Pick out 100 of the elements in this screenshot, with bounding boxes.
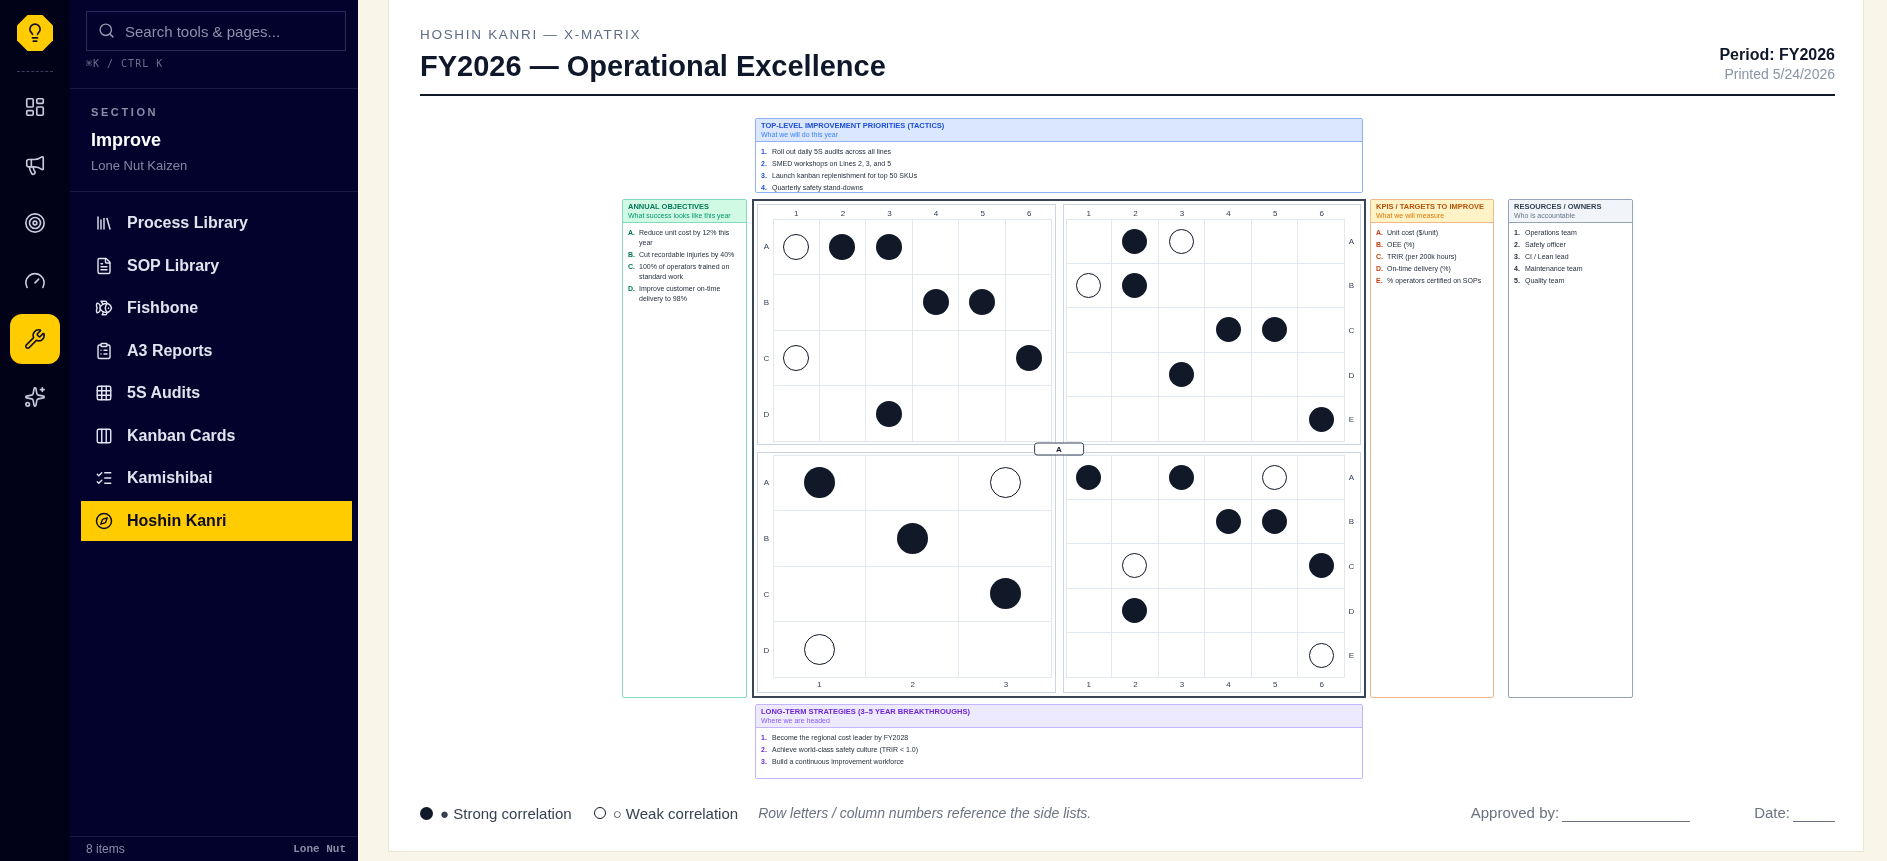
ring-icon	[783, 344, 810, 371]
dot-icon	[969, 289, 996, 316]
sidebar-item[interactable]: Hoshin Kanri	[81, 500, 352, 541]
legend-note: Row letters / column numbers reference the side lists.	[758, 805, 1092, 821]
row-label: C	[763, 589, 770, 599]
grid-icon	[95, 384, 113, 402]
matrix-cell	[959, 386, 1006, 442]
dot-icon	[804, 467, 836, 499]
dot-icon	[1015, 344, 1042, 371]
row-label: D	[763, 645, 770, 655]
dot-icon	[1215, 508, 1241, 534]
matrix-cell	[1112, 397, 1159, 442]
sidebar-item[interactable]: Fishbone	[81, 288, 352, 328]
sidebar-item[interactable]: Kamishibai	[81, 458, 352, 498]
rail-button[interactable]	[10, 314, 60, 364]
ring-icon	[804, 634, 836, 666]
section-title: Improve	[91, 129, 162, 151]
printed-date: Printed 5/24/2026	[1724, 65, 1835, 83]
search-icon	[98, 22, 115, 39]
item-count: 8 items	[86, 842, 125, 856]
matrix-cell	[1205, 633, 1252, 678]
dot-icon	[1122, 228, 1148, 254]
row-label: A	[763, 478, 770, 488]
row-label: B	[763, 298, 770, 308]
row-label: C	[1348, 562, 1355, 571]
library-icon	[95, 214, 113, 232]
dot-icon	[896, 522, 928, 554]
page-eyebrow: HOSHIN KANRI — X-MATRIX	[420, 27, 642, 43]
ring-icon	[989, 467, 1021, 499]
ring-icon	[783, 233, 810, 260]
compass-icon	[95, 511, 113, 530]
target-icon	[24, 212, 46, 234]
matrix-cell	[1205, 588, 1252, 634]
section-label: SECTION	[91, 106, 159, 119]
row-label: B	[1348, 281, 1355, 291]
dot-icon	[1262, 317, 1288, 343]
matrix-cell	[1251, 219, 1299, 264]
megaphone-icon	[24, 154, 46, 176]
sidebar-item[interactable]: Process Library	[81, 203, 352, 243]
row-label: A	[1348, 236, 1355, 246]
legend-label: ○ Weak correlation	[612, 804, 739, 822]
wrench-icon	[24, 328, 46, 350]
dot-icon	[1076, 464, 1102, 490]
section-subtitle: Lone Nut Kaizen	[91, 158, 188, 173]
row-label: D	[1348, 606, 1355, 616]
dot-icon	[1308, 553, 1334, 579]
column-label: 6	[1319, 679, 1324, 689]
row-label: A	[1348, 472, 1355, 482]
dot-icon	[1122, 598, 1148, 624]
column-label: 2	[1133, 679, 1138, 689]
dot-icon	[1215, 317, 1241, 343]
column-label: 6	[1319, 208, 1324, 218]
matrix-cell	[1158, 633, 1206, 678]
sparkles-icon	[24, 386, 46, 408]
row-label: A	[763, 242, 770, 252]
row-label: E	[1348, 415, 1355, 425]
sidebar-item[interactable]: Kanban Cards	[81, 415, 352, 456]
matrix-cell	[1065, 397, 1113, 442]
brand-label: Lone Nut	[293, 843, 346, 855]
matrix-cell	[1298, 219, 1345, 264]
fish-icon	[95, 299, 113, 317]
search-field[interactable]: Search tools & pages...	[86, 11, 346, 51]
matrix-cell	[1065, 352, 1113, 398]
logo-icon	[17, 15, 53, 51]
ring-icon	[1076, 272, 1102, 298]
column-label: 2	[910, 679, 915, 689]
dot-icon	[875, 233, 902, 260]
dot-icon	[1168, 464, 1194, 490]
ring-icon	[1168, 228, 1194, 254]
row-label: E	[1348, 651, 1355, 661]
row-label: B	[1348, 517, 1355, 527]
checklist-icon	[95, 469, 113, 487]
matrix-cell	[1005, 219, 1053, 275]
row-label: C	[1348, 326, 1355, 335]
sidebar-item[interactable]: 5S Audits	[81, 373, 352, 413]
row-label: B	[763, 534, 770, 544]
dot-icon	[1308, 406, 1334, 432]
dot-icon	[420, 806, 433, 820]
matrix-cell	[1205, 397, 1252, 442]
sidebar-item[interactable]: SOP Library	[81, 245, 352, 286]
dashboard-icon	[24, 96, 46, 118]
column-label: 2	[1133, 208, 1138, 218]
column-label: 3	[1179, 208, 1185, 218]
column-label: 2	[840, 208, 846, 218]
column-label: 1	[817, 679, 822, 689]
legend-label: ● Strong correlation	[440, 804, 572, 822]
signoff-label: Date:	[1754, 804, 1790, 822]
column-label: 1	[1086, 679, 1091, 689]
columns-icon	[95, 426, 113, 445]
column-label: 6	[1026, 208, 1032, 218]
sidebar-item[interactable]: A3 Reports	[81, 330, 352, 371]
column-label: 5	[1272, 208, 1278, 218]
column-label: 5	[1272, 679, 1278, 689]
center-label: A	[1034, 442, 1084, 455]
ring-icon	[1122, 553, 1148, 579]
matrix-cell	[1251, 588, 1299, 634]
document-icon	[95, 256, 113, 275]
column-label: 4	[1226, 679, 1231, 689]
dot-icon	[989, 578, 1021, 610]
dot-icon	[829, 233, 856, 260]
